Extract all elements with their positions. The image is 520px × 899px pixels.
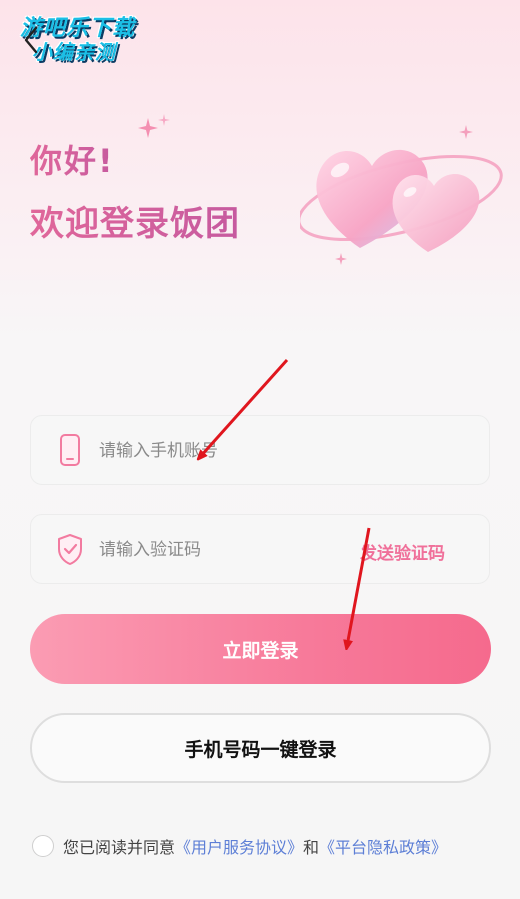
hearts-illustration [300, 149, 503, 252]
phone-icon [60, 434, 80, 466]
greeting-subtitle: 欢迎登录饭团 [30, 196, 240, 245]
phone-field[interactable] [30, 415, 490, 485]
chevron-left-icon [24, 26, 38, 54]
agreement-row: 您已阅读并同意 《用户服务协议》 和 《平台隐私政策》 [32, 832, 447, 860]
user-agreement-link[interactable]: 《用户服务协议》 [175, 834, 303, 858]
shield-check-icon [58, 534, 82, 565]
verification-code-field[interactable]: 发送验证码 [30, 514, 490, 584]
verification-code-input[interactable] [97, 533, 401, 567]
sparkle-icon [138, 114, 170, 138]
back-button[interactable] [20, 22, 42, 58]
one-click-login-button[interactable]: 手机号码一键登录 [30, 713, 491, 783]
agreement-conjunction: 和 [303, 838, 320, 857]
login-button[interactable]: 立即登录 [30, 614, 491, 684]
privacy-policy-link[interactable]: 《平台隐私政策》 [319, 834, 447, 858]
watermark-line-2: 小编亲测 [32, 40, 116, 64]
greeting-title: 你好! [30, 136, 115, 182]
phone-input[interactable] [97, 434, 401, 468]
agreement-prefix: 您已阅读并同意 [63, 838, 176, 857]
agreement-checkbox[interactable] [32, 835, 54, 857]
send-code-button[interactable]: 发送验证码 [360, 539, 445, 564]
